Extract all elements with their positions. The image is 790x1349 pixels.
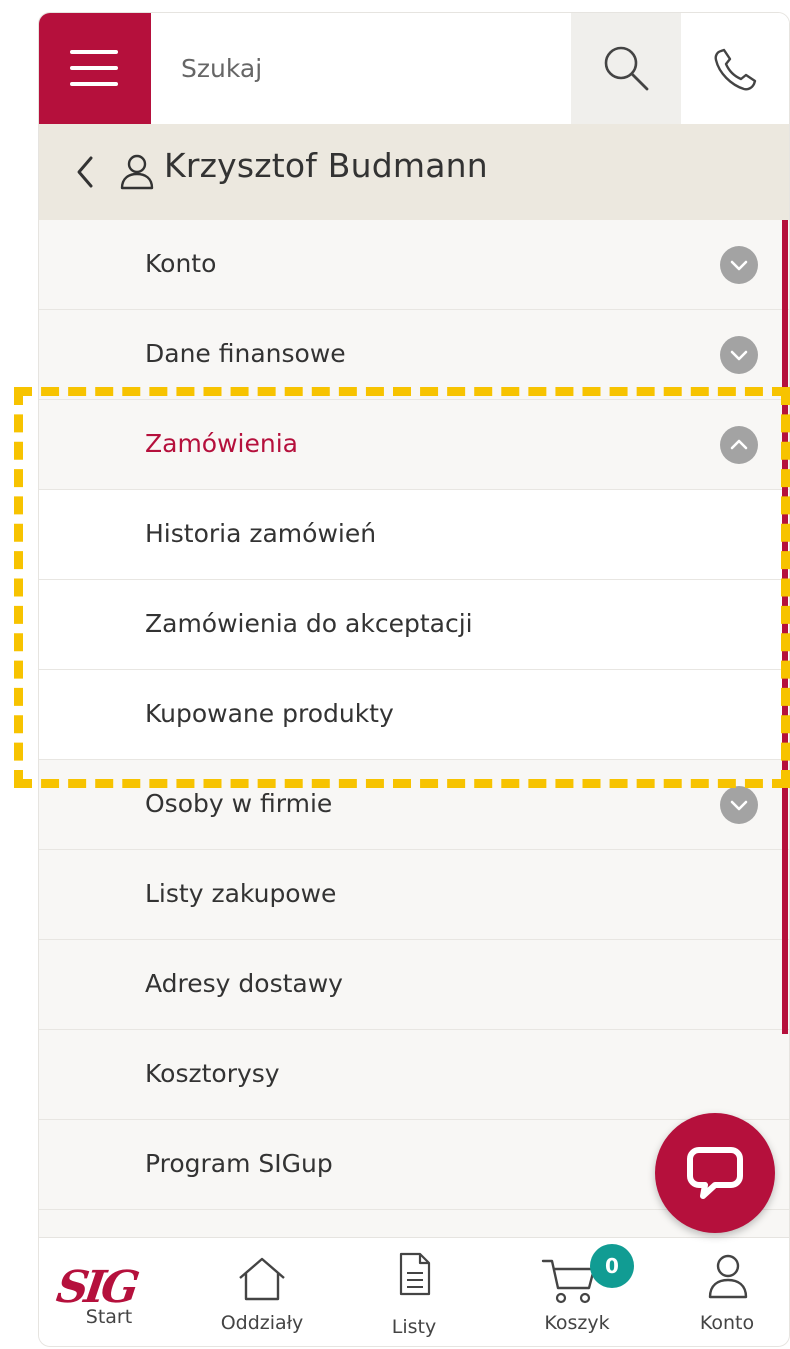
menu-item-label: Adresy dostawy — [145, 969, 343, 998]
menu-item-dane-finansowe[interactable]: Dane finansowe — [39, 310, 789, 400]
menu-item-zamowienia[interactable]: Zamówienia — [39, 400, 789, 490]
menu-item-konto[interactable]: Konto — [39, 220, 789, 310]
menu-item-osoby-w-firmie[interactable]: Osoby w firmie — [39, 760, 789, 850]
menu-item-label: Konto — [145, 249, 217, 278]
nav-label: Konto — [699, 1312, 755, 1334]
chevron-down-icon[interactable] — [720, 786, 758, 824]
profile-name: Krzysztof Budmann — [164, 146, 488, 185]
menu-item-label: Kupowane produkty — [145, 699, 394, 728]
bottom-nav: SIG Start Oddziały Listy Koszyk 0 Konto — [39, 1237, 789, 1346]
chat-button[interactable] — [655, 1113, 775, 1233]
search-icon — [604, 46, 649, 91]
chat-icon — [687, 1147, 743, 1199]
profile-bar: Krzysztof Budmann — [39, 124, 789, 220]
search-input[interactable] — [151, 13, 571, 124]
nav-listy[interactable]: Listy — [364, 1238, 464, 1346]
chevron-left-icon[interactable] — [69, 150, 103, 194]
top-bar — [39, 13, 789, 124]
nav-label: Koszyk — [544, 1312, 610, 1334]
menu-item-label: Zamówienia — [145, 429, 298, 458]
phone-button[interactable] — [681, 13, 789, 124]
nav-label: Listy — [391, 1316, 437, 1338]
nav-label: Oddziały — [220, 1312, 304, 1334]
nav-start[interactable]: SIG Start — [39, 1238, 179, 1346]
menu-item-label: Osoby w firmie — [145, 789, 333, 818]
menu-item-label: Program SIGup — [145, 1149, 333, 1178]
home-icon — [239, 1257, 285, 1301]
scrollbar[interactable] — [782, 220, 788, 1034]
submenu-item-zamowienia-do-akceptacji[interactable]: Zamówienia do akceptacji — [39, 580, 789, 670]
account-menu: Konto Dane finansowe Zamówienia Historia… — [39, 220, 789, 1210]
nav-konto[interactable]: Konto — [677, 1238, 777, 1346]
chevron-down-icon[interactable] — [720, 336, 758, 374]
nav-oddzialy[interactable]: Oddziały — [207, 1238, 317, 1346]
user-icon — [120, 154, 154, 190]
search-button[interactable] — [571, 13, 681, 124]
user-icon — [708, 1254, 748, 1299]
menu-item-listy-zakupowe[interactable]: Listy zakupowe — [39, 850, 789, 940]
document-icon — [399, 1252, 431, 1296]
menu-item-kosztorysy[interactable]: Kosztorysy — [39, 1030, 789, 1120]
nav-label: Start — [85, 1306, 133, 1328]
menu-item-label: Zamówienia do akceptacji — [145, 609, 473, 638]
menu-item-label: Kosztorysy — [145, 1059, 280, 1088]
menu-button[interactable] — [39, 13, 151, 124]
menu-item-label: Dane finansowe — [145, 339, 346, 368]
submenu-item-historia-zamowien[interactable]: Historia zamówień — [39, 490, 789, 580]
phone-icon — [714, 48, 757, 91]
menu-item-label: Historia zamówień — [145, 519, 377, 548]
menu-item-label: Listy zakupowe — [145, 879, 337, 908]
cart-count-badge: 0 — [590, 1244, 634, 1288]
submenu-item-kupowane-produkty[interactable]: Kupowane produkty — [39, 670, 789, 760]
chevron-down-icon[interactable] — [720, 246, 758, 284]
chevron-up-icon[interactable] — [720, 426, 758, 464]
menu-item-adresy-dostawy[interactable]: Adresy dostawy — [39, 940, 789, 1030]
